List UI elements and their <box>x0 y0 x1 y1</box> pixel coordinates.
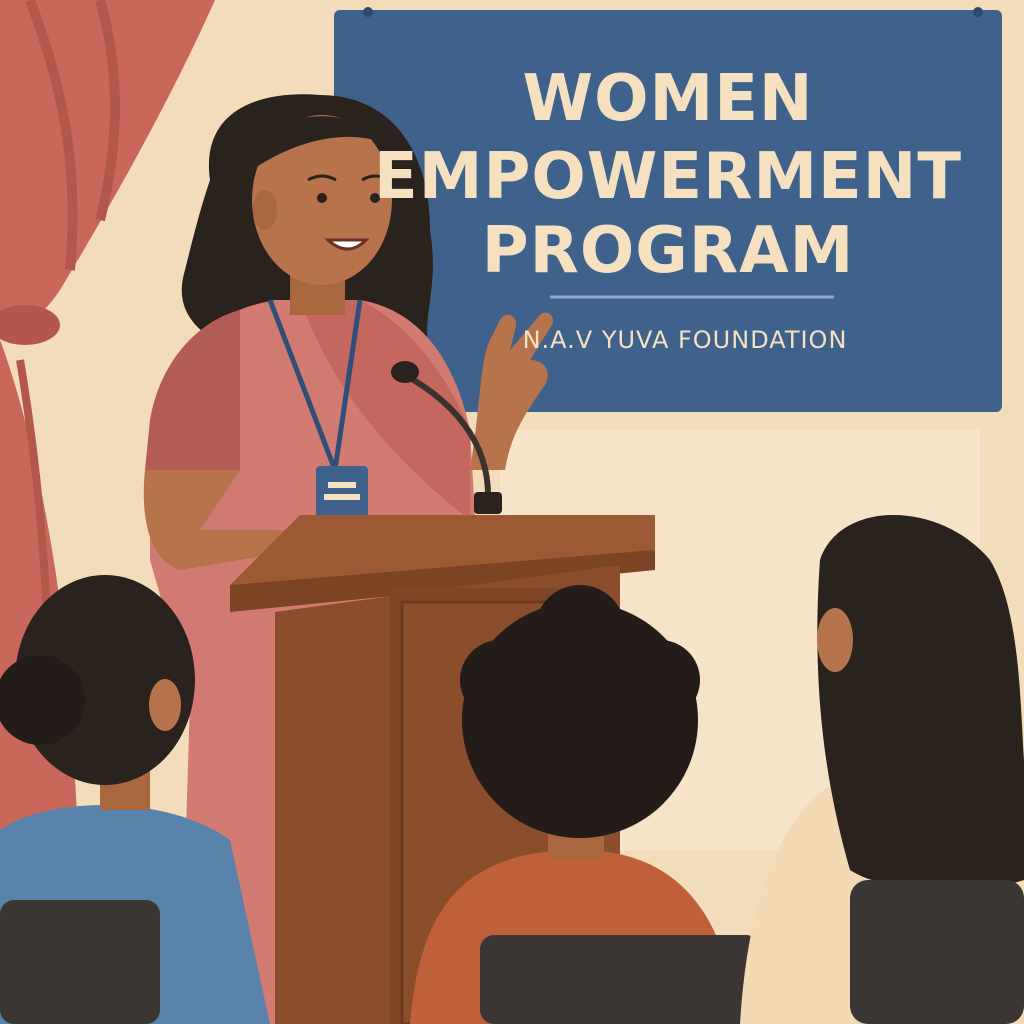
banner-subtitle: N.A.V YUVA FOUNDATION <box>522 326 848 354</box>
banner-title-line-1: WOMEN <box>522 62 814 136</box>
banner-title-line-3: PROGRAM <box>481 214 855 288</box>
presentation-scene: WOMEN EMPOWERMENT PROGRAM N.A.V YUVA FOU… <box>0 0 1024 1024</box>
banner-title-line-2: EMPOWERMENT <box>374 140 962 214</box>
